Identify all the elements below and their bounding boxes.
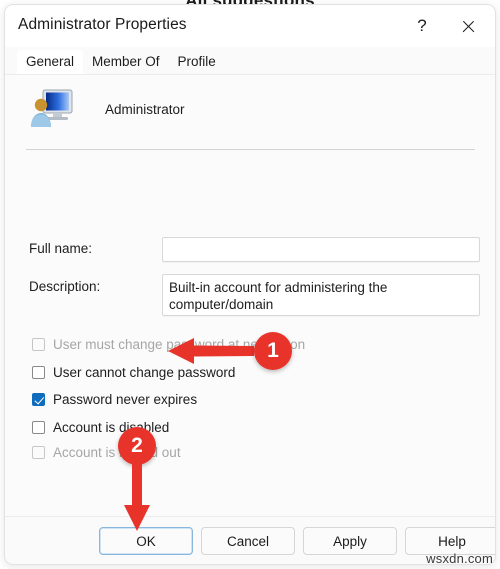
screenshot-root: All suggestions Administrator Properties… <box>0 0 500 569</box>
checkbox-account-is-locked-out: Account is locked out <box>32 443 181 461</box>
description-label: Description: <box>29 279 101 294</box>
close-icon <box>461 19 476 34</box>
tab-strip: General Member Of Profile <box>5 47 495 74</box>
tab-member-of[interactable]: Member Of <box>83 50 169 74</box>
general-tab-page: Administrator Full name: Description: Bu… <box>5 74 495 520</box>
watermark: wsxdn.com <box>426 551 493 566</box>
dialog-titlebar: Administrator Properties ? <box>5 5 495 47</box>
checkbox-box[interactable] <box>32 365 45 379</box>
apply-button[interactable]: Apply <box>303 527 397 555</box>
checkbox-box <box>32 337 45 351</box>
help-button[interactable]: ? <box>401 5 443 47</box>
tab-profile[interactable]: Profile <box>169 50 225 74</box>
checkbox-box[interactable] <box>32 420 45 434</box>
full-name-label: Full name: <box>29 241 93 256</box>
account-identity: Administrator <box>27 87 185 131</box>
annotation-badge-1: 1 <box>254 332 292 370</box>
checkbox-label: Account is disabled <box>53 419 170 435</box>
account-name: Administrator <box>105 101 185 117</box>
checkbox-label: User cannot change password <box>53 364 236 380</box>
checkbox-label: Password never expires <box>53 391 198 407</box>
checkbox-box <box>32 445 45 459</box>
administrator-properties-dialog: Administrator Properties ? General Membe… <box>4 4 496 565</box>
annotation-badge-2: 2 <box>118 427 156 465</box>
description-input[interactable]: Built-in account for administering the c… <box>162 274 480 316</box>
checkbox-box[interactable] <box>32 392 45 406</box>
ok-button[interactable]: OK <box>99 527 193 555</box>
tab-general[interactable]: General <box>17 50 84 74</box>
checkbox-password-never-expires[interactable]: Password never expires <box>32 390 197 408</box>
checkbox-label: Account is locked out <box>53 444 181 460</box>
cancel-button[interactable]: Cancel <box>201 527 295 555</box>
full-name-input[interactable] <box>162 237 480 262</box>
user-computer-icon <box>27 87 75 131</box>
identity-separator <box>26 149 475 150</box>
close-button[interactable] <box>447 5 489 47</box>
annotation-arrow-left-icon <box>168 336 254 366</box>
dialog-footer: OK Cancel Apply Help <box>5 516 495 564</box>
annotation-arrow-down-icon <box>122 463 152 531</box>
dialog-title: Administrator Properties <box>18 16 187 33</box>
